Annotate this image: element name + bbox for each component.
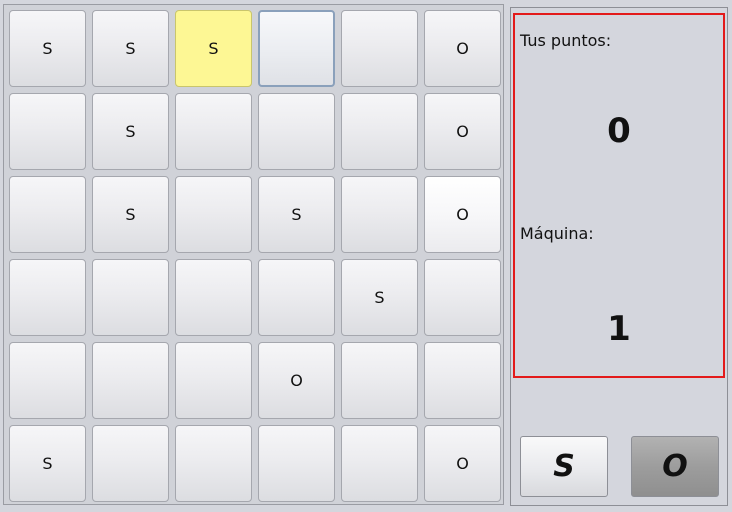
player-score-label: Tus puntos: bbox=[520, 31, 612, 50]
board-cell-r5-c1[interactable] bbox=[9, 342, 86, 419]
board-cell-r4-c6[interactable] bbox=[424, 259, 501, 336]
board-cell-r1-c1[interactable]: S bbox=[9, 10, 86, 87]
board-cell-r5-c4[interactable]: O bbox=[258, 342, 335, 419]
board-cell-r6-c3[interactable] bbox=[175, 425, 252, 502]
side-panel: Tus puntos: 0 Máquina: 1 S O bbox=[510, 7, 728, 506]
letter-s-button[interactable]: S bbox=[520, 436, 608, 497]
machine-score-label: Máquina: bbox=[520, 224, 594, 243]
board-cell-r3-c1[interactable] bbox=[9, 176, 86, 253]
score-panel: Tus puntos: 0 Máquina: 1 bbox=[513, 13, 725, 378]
board-cell-r5-c3[interactable] bbox=[175, 342, 252, 419]
board-cell-r2-c3[interactable] bbox=[175, 93, 252, 170]
board-cell-r6-c1[interactable]: S bbox=[9, 425, 86, 502]
board-cell-r3-c5[interactable] bbox=[341, 176, 418, 253]
board-cell-r5-c2[interactable] bbox=[92, 342, 169, 419]
letter-o-button[interactable]: O bbox=[631, 436, 719, 497]
board-cell-r6-c5[interactable] bbox=[341, 425, 418, 502]
board-cell-r4-c2[interactable] bbox=[92, 259, 169, 336]
board-cell-r4-c3[interactable] bbox=[175, 259, 252, 336]
board-cell-r5-c6[interactable] bbox=[424, 342, 501, 419]
board-cell-r1-c5[interactable] bbox=[341, 10, 418, 87]
board-cell-r3-c6[interactable]: O bbox=[424, 176, 501, 253]
board-cell-r5-c5[interactable] bbox=[341, 342, 418, 419]
board-cell-r3-c3[interactable] bbox=[175, 176, 252, 253]
board-cell-r3-c4[interactable]: S bbox=[258, 176, 335, 253]
board-cell-r1-c3[interactable]: S bbox=[175, 10, 252, 87]
player-score-value: 0 bbox=[607, 111, 631, 151]
board-cell-r2-c1[interactable] bbox=[9, 93, 86, 170]
machine-score-value: 1 bbox=[607, 309, 631, 349]
board-cell-r1-c4[interactable] bbox=[258, 10, 335, 87]
board-cell-r3-c2[interactable]: S bbox=[92, 176, 169, 253]
game-board: SSSOSOSSOSOSO bbox=[3, 4, 504, 505]
board-cell-r1-c6[interactable]: O bbox=[424, 10, 501, 87]
board-cell-r6-c4[interactable] bbox=[258, 425, 335, 502]
board-cell-r6-c2[interactable] bbox=[92, 425, 169, 502]
board-cell-r6-c6[interactable]: O bbox=[424, 425, 501, 502]
board-cell-r4-c5[interactable]: S bbox=[341, 259, 418, 336]
board-cell-r2-c5[interactable] bbox=[341, 93, 418, 170]
board-cell-r2-c4[interactable] bbox=[258, 93, 335, 170]
board-cell-r2-c6[interactable]: O bbox=[424, 93, 501, 170]
board-cell-r2-c2[interactable]: S bbox=[92, 93, 169, 170]
board-cell-r4-c4[interactable] bbox=[258, 259, 335, 336]
board-cell-r1-c2[interactable]: S bbox=[92, 10, 169, 87]
board-cell-r4-c1[interactable] bbox=[9, 259, 86, 336]
